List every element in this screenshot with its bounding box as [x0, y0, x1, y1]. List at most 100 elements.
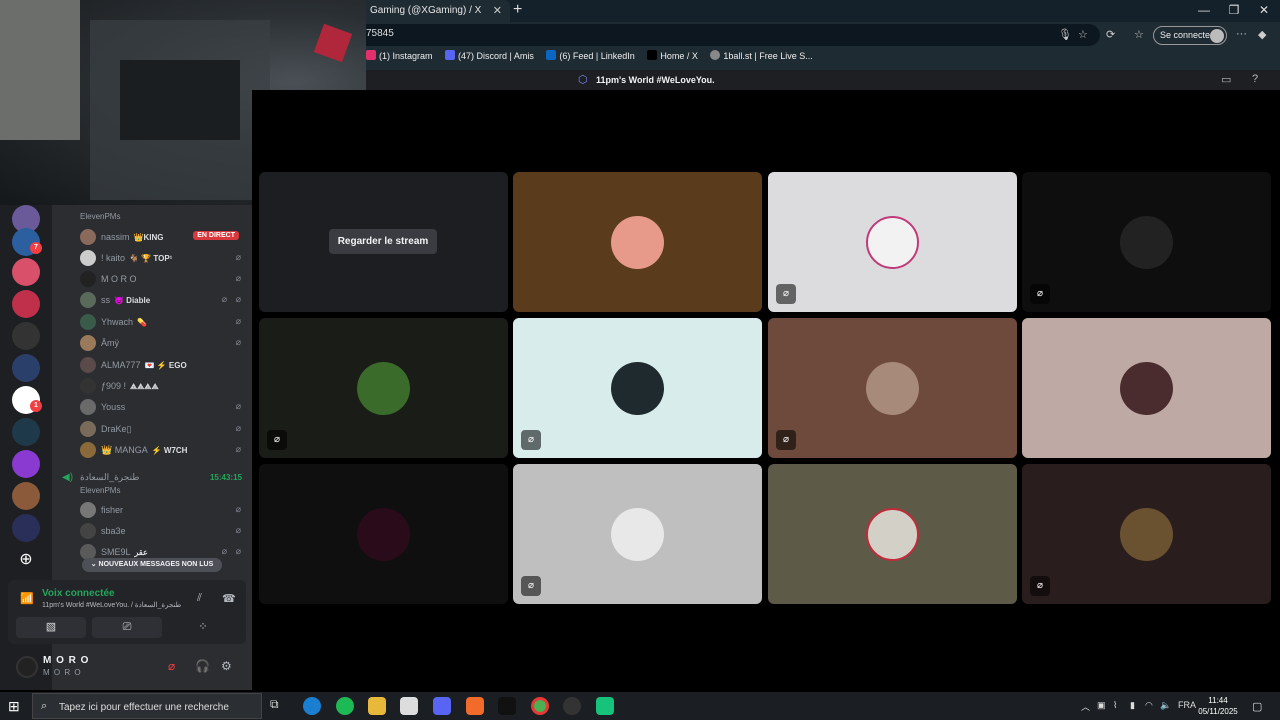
- noise-suppression-icon[interactable]: ⫽: [197, 592, 202, 605]
- tray-icon[interactable]: ▮: [1130, 700, 1135, 711]
- channel-header: [366, 70, 1280, 90]
- voice-member[interactable]: fisher ⌀: [80, 501, 245, 519]
- edge-icon[interactable]: [303, 697, 321, 715]
- taskbar-clock[interactable]: 11:44 05/11/2025: [1198, 695, 1238, 717]
- notifications-icon[interactable]: ▢: [1252, 700, 1262, 713]
- avatar: [80, 421, 96, 437]
- voice-member[interactable]: sba3e ⌀: [80, 522, 245, 540]
- participant-tile[interactable]: ⌀: [513, 318, 762, 458]
- muted-mic-icon: ⌀: [221, 294, 227, 304]
- maximize-icon[interactable]: ❐: [1224, 3, 1244, 17]
- voice-member[interactable]: Youss ⌀: [80, 398, 245, 416]
- participant-tile[interactable]: ⌀: [768, 318, 1017, 458]
- server-icon[interactable]: [12, 354, 40, 382]
- bookmark-instagram[interactable]: (1) Instagram: [366, 50, 433, 61]
- voice-member[interactable]: 👑 MANGA ⚡ W7CH ⌀: [80, 441, 245, 459]
- server-icon[interactable]: [12, 322, 40, 350]
- voice-member[interactable]: ss 😈 Diable ⌀ ⌀: [80, 291, 245, 309]
- bookmark-1ball[interactable]: 1ball.st | Free Live S...: [710, 50, 813, 61]
- add-server-icon[interactable]: ⊕: [12, 546, 40, 574]
- microphone-icon[interactable]: 🎙: [1058, 28, 1072, 41]
- tiktok-icon[interactable]: [498, 697, 516, 715]
- tray-icon[interactable]: ▣: [1097, 700, 1106, 711]
- activities-button[interactable]: ⁘: [168, 617, 238, 638]
- bookmark-linkedin[interactable]: (6) Feed | LinkedIn: [546, 50, 635, 61]
- disconnect-icon[interactable]: ☎: [222, 592, 236, 605]
- voice-member[interactable]: M O R O ⌀: [80, 270, 245, 288]
- new-tab-button[interactable]: +: [513, 1, 522, 19]
- participant-tile[interactable]: ⌀: [1022, 464, 1271, 604]
- address-text[interactable]: 75845: [366, 28, 394, 39]
- obs-icon[interactable]: [563, 697, 581, 715]
- voice-channel[interactable]: ◀) طنجرة_السعادة 15:43:15 ElevenPMs: [62, 470, 242, 498]
- discord-icon: [445, 50, 456, 60]
- star-icon[interactable]: ☆: [1078, 28, 1088, 41]
- help-icon[interactable]: ?: [1252, 73, 1258, 85]
- participant-tile[interactable]: ⌀: [1022, 172, 1271, 312]
- file-explorer-icon[interactable]: [368, 697, 386, 715]
- muted-mic-icon: ⌀: [776, 284, 796, 304]
- minimize-icon[interactable]: —: [1194, 3, 1214, 17]
- voice-status[interactable]: Voix connectée: [42, 588, 115, 599]
- spotify-icon[interactable]: [336, 697, 354, 715]
- participant-tile[interactable]: [513, 172, 762, 312]
- participant-tile[interactable]: ⌀: [513, 464, 762, 604]
- headphones-icon[interactable]: 🎧: [195, 659, 210, 673]
- avatar[interactable]: [16, 656, 38, 678]
- voice-member[interactable]: Yhwach 💊 ⌀: [80, 313, 245, 331]
- participant-tile[interactable]: [768, 464, 1017, 604]
- avatar: [80, 399, 96, 415]
- taskbar-search[interactable]: ⌕ Tapez ici pour effectuer une recherche: [32, 693, 262, 719]
- brave-icon[interactable]: [466, 697, 484, 715]
- app-icon[interactable]: [596, 697, 614, 715]
- inbox-icon[interactable]: ▭: [1221, 73, 1231, 86]
- voice-member[interactable]: Āmÿ ⌀: [80, 334, 245, 352]
- wifi-icon[interactable]: ◠: [1145, 700, 1153, 711]
- participant-tile[interactable]: [259, 464, 508, 604]
- voice-member[interactable]: ALMA777 💌 ⚡ EGO: [80, 356, 245, 374]
- sign-in-button[interactable]: Se connecter: [1153, 26, 1227, 45]
- voice-channel-path[interactable]: 11pm's World #WeLoveYou. / طنجرة_السعادة: [42, 601, 181, 609]
- participant-avatar: [357, 362, 410, 415]
- participant-tile[interactable]: ⌀: [259, 318, 508, 458]
- screen-share-button[interactable]: ⎚: [92, 617, 162, 638]
- volume-icon[interactable]: 🔈: [1160, 700, 1171, 711]
- bookmark-discord[interactable]: (47) Discord | Amis: [445, 50, 534, 61]
- mute-mic-icon[interactable]: ⌀: [168, 659, 175, 673]
- search-placeholder: Tapez ici pour effectuer une recherche: [59, 702, 229, 713]
- task-view-icon[interactable]: ⧉: [270, 697, 288, 715]
- more-menu-icon[interactable]: ···: [1236, 28, 1247, 40]
- camera-button[interactable]: ▧: [16, 617, 86, 638]
- server-icon[interactable]: [12, 514, 40, 542]
- favorites-icon[interactable]: ☆: [1134, 28, 1144, 41]
- refresh-icon[interactable]: ⟳: [1106, 28, 1115, 41]
- server-icon[interactable]: [12, 258, 40, 286]
- server-icon[interactable]: [12, 450, 40, 478]
- voice-member[interactable]: nassim 👑KING EN DIRECT: [80, 228, 245, 246]
- user-name[interactable]: M O R O: [43, 655, 89, 666]
- language-indicator[interactable]: FRA: [1178, 700, 1196, 710]
- server-icon[interactable]: [12, 290, 40, 318]
- close-tab-icon[interactable]: ✕: [493, 4, 502, 17]
- network-icon[interactable]: ⌇: [1113, 700, 1117, 711]
- voice-member[interactable]: DraKe▯ ⌀: [80, 420, 245, 438]
- settings-gear-icon[interactable]: ⚙: [221, 659, 232, 673]
- chrome-icon[interactable]: [531, 697, 549, 715]
- participant-tile[interactable]: ⌀: [768, 172, 1017, 312]
- bookmark-x[interactable]: Home / X: [647, 50, 698, 61]
- new-messages-banner[interactable]: ⌄ NOUVEAUX MESSAGES NON LUS: [82, 558, 222, 572]
- windows-start-icon[interactable]: ⊞: [8, 698, 20, 715]
- participant-tile[interactable]: [1022, 318, 1271, 458]
- server-icon[interactable]: [12, 418, 40, 446]
- voice-member[interactable]: ƒ909 ! ⟁⟁⟁⟁: [80, 377, 245, 395]
- watch-stream-button[interactable]: Regarder le stream: [329, 229, 437, 254]
- show-hidden-icons[interactable]: ︿: [1081, 700, 1090, 713]
- signal-icon[interactable]: 📶: [20, 592, 34, 605]
- discord-icon[interactable]: [433, 697, 451, 715]
- close-window-icon[interactable]: ✕: [1254, 3, 1274, 17]
- voice-member[interactable]: ! kaito 🐐 🏆 TOP¹ ⌀: [80, 249, 245, 267]
- store-icon[interactable]: [400, 697, 418, 715]
- browser-tab[interactable]: Gaming (@XGaming) / X ✕: [360, 0, 510, 22]
- copilot-icon[interactable]: ◆: [1258, 28, 1266, 41]
- server-icon[interactable]: [12, 482, 40, 510]
